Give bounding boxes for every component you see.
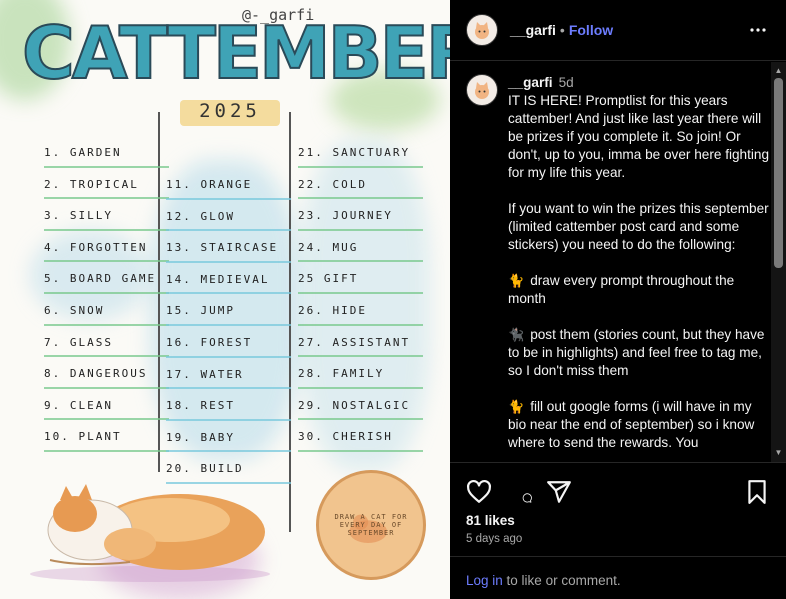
login-bar: Log in to like or comment. — [450, 556, 786, 599]
prompt-item: 17. WATER — [166, 358, 291, 390]
login-prompt-text: to like or comment. — [502, 573, 621, 588]
caption-paragraph: If you want to win the prizes this septe… — [508, 201, 769, 252]
post-header: __garfi • Follow — [450, 0, 786, 61]
post-image[interactable]: CATTEMBER @-_garfi 2025 1. GARDEN 2. TROP… — [0, 0, 450, 599]
caption-head: __garfi 5d — [508, 74, 770, 92]
prompt-item: 9. CLEAN — [44, 389, 169, 421]
prompt-item: 27. ASSISTANT — [298, 326, 423, 358]
prompt-item: 2. TROPICAL — [44, 168, 169, 200]
header-username[interactable]: __garfi — [510, 22, 556, 38]
prompt-item: 24. MUG — [298, 231, 423, 263]
scroll-thumb[interactable] — [774, 78, 783, 268]
post-actions: 81 likes 5 days ago — [450, 462, 786, 556]
caption-scroll-area[interactable]: __garfi 5d IT IS HERE! Promptlist for thi… — [450, 62, 770, 462]
caption-time[interactable]: 5d — [559, 75, 574, 90]
cat-emoji-icon: 🐈 — [508, 399, 525, 414]
scroll-down-arrow-icon[interactable]: ▼ — [771, 446, 786, 460]
prompt-item: 14. MEDIEVAL — [166, 263, 291, 295]
prompt-item: 11. ORANGE — [166, 168, 291, 200]
prompt-item: 30. CHERISH — [298, 420, 423, 452]
login-link[interactable]: Log in — [466, 573, 503, 588]
prompt-item: 16. FOREST — [166, 326, 291, 358]
coin-illustration: DRAW A CAT FOR EVERY DAY OF SEPTEMBER — [316, 470, 426, 580]
bookmark-icon[interactable] — [744, 479, 770, 505]
art-title: CATTEMBER — [21, 10, 450, 96]
prompt-item: 4. FORGOTTEN — [44, 231, 169, 263]
prompt-item: 21. SANCTUARY — [298, 136, 423, 168]
prompt-item: 5. BOARD GAME — [44, 262, 169, 294]
prompt-item: 13. STAIRCASE — [166, 231, 291, 263]
share-icon[interactable] — [546, 479, 572, 505]
caption-paragraph: IT IS HERE! Promptlist for this years ca… — [508, 93, 770, 180]
black-cat-emoji-icon: 🐈‍⬛ — [508, 327, 525, 342]
coin-text: DRAW A CAT FOR EVERY DAY OF SEPTEMBER — [334, 513, 408, 537]
prompt-item: 23. JOURNEY — [298, 199, 423, 231]
like-count[interactable]: 81 likes — [466, 513, 515, 528]
prompt-column-1: 1. GARDEN 2. TROPICAL 3. SILLY 4. FORGOTTEN… — [44, 136, 169, 452]
prompt-item: 28. FAMILY — [298, 357, 423, 389]
separator-dot: • — [559, 22, 565, 38]
caption-body: __garfi 5d IT IS HERE! Promptlist for thi… — [508, 74, 770, 452]
prompt-column-2: 11. ORANGE 12. GLOW 13. STAIRCASE 14. MEDIE… — [166, 168, 291, 484]
sleeping-cats-illustration — [30, 484, 270, 582]
caption-step-text: post them (stories count, but they have … — [508, 327, 769, 378]
prompt-item: 7. GLASS — [44, 326, 169, 358]
follow-button[interactable]: Follow — [569, 22, 613, 38]
post-side-panel: __garfi • Follow __garfi 5d IT IS HERE! … — [450, 0, 786, 599]
prompt-item: 19. BABY — [166, 421, 291, 453]
caption-username[interactable]: __garfi — [508, 75, 553, 90]
post-date[interactable]: 5 days ago — [466, 533, 522, 545]
cat-avatar-icon — [475, 82, 489, 99]
prompt-item: 29. NOSTALGIC — [298, 389, 423, 421]
prompt-item: 25 GIFT — [298, 262, 423, 294]
scroll-up-arrow-icon[interactable]: ▲ — [771, 64, 786, 78]
cat-avatar-icon — [475, 22, 489, 39]
art-handle: @-_garfi — [242, 6, 315, 24]
comment-icon[interactable] — [506, 479, 532, 505]
caption-step-text: fill out google forms (i will have in my… — [508, 399, 759, 450]
more-options-icon[interactable] — [748, 22, 768, 38]
prompt-item: 1. GARDEN — [44, 136, 169, 168]
prompt-item: 22. COLD — [298, 168, 423, 200]
prompt-column-3: 21. SANCTUARY 22. COLD 23. JOURNEY 24. MUG 2… — [298, 136, 423, 452]
prompt-item: 8. DANGEROUS — [44, 357, 169, 389]
avatar[interactable] — [466, 14, 498, 46]
prompt-item: 6. SNOW — [44, 294, 169, 326]
caption-step-text: draw every prompt throughout the month — [508, 273, 738, 306]
avatar[interactable] — [466, 74, 498, 106]
prompt-item: 10. PLANT — [44, 420, 169, 452]
prompt-item: 12. GLOW — [166, 200, 291, 232]
caption-comment: __garfi 5d IT IS HERE! Promptlist for thi… — [450, 62, 770, 452]
prompt-item: 18. REST — [166, 389, 291, 421]
caption-step: 🐈 draw every prompt throughout the month — [508, 272, 770, 308]
heart-icon[interactable] — [466, 479, 492, 505]
prompt-item: 15. JUMP — [166, 294, 291, 326]
art-year: 2025 — [180, 100, 280, 126]
caption-step: 🐈‍⬛ post them (stories count, but they ha… — [508, 326, 770, 380]
cat-emoji-icon: 🐈 — [508, 273, 525, 288]
prompt-item: 26. HIDE — [298, 294, 423, 326]
prompt-item: 3. SILLY — [44, 199, 169, 231]
caption-step: 🐈 fill out google forms (i will have in m… — [508, 398, 770, 452]
scrollbar[interactable]: ▲ ▼ — [771, 62, 786, 462]
